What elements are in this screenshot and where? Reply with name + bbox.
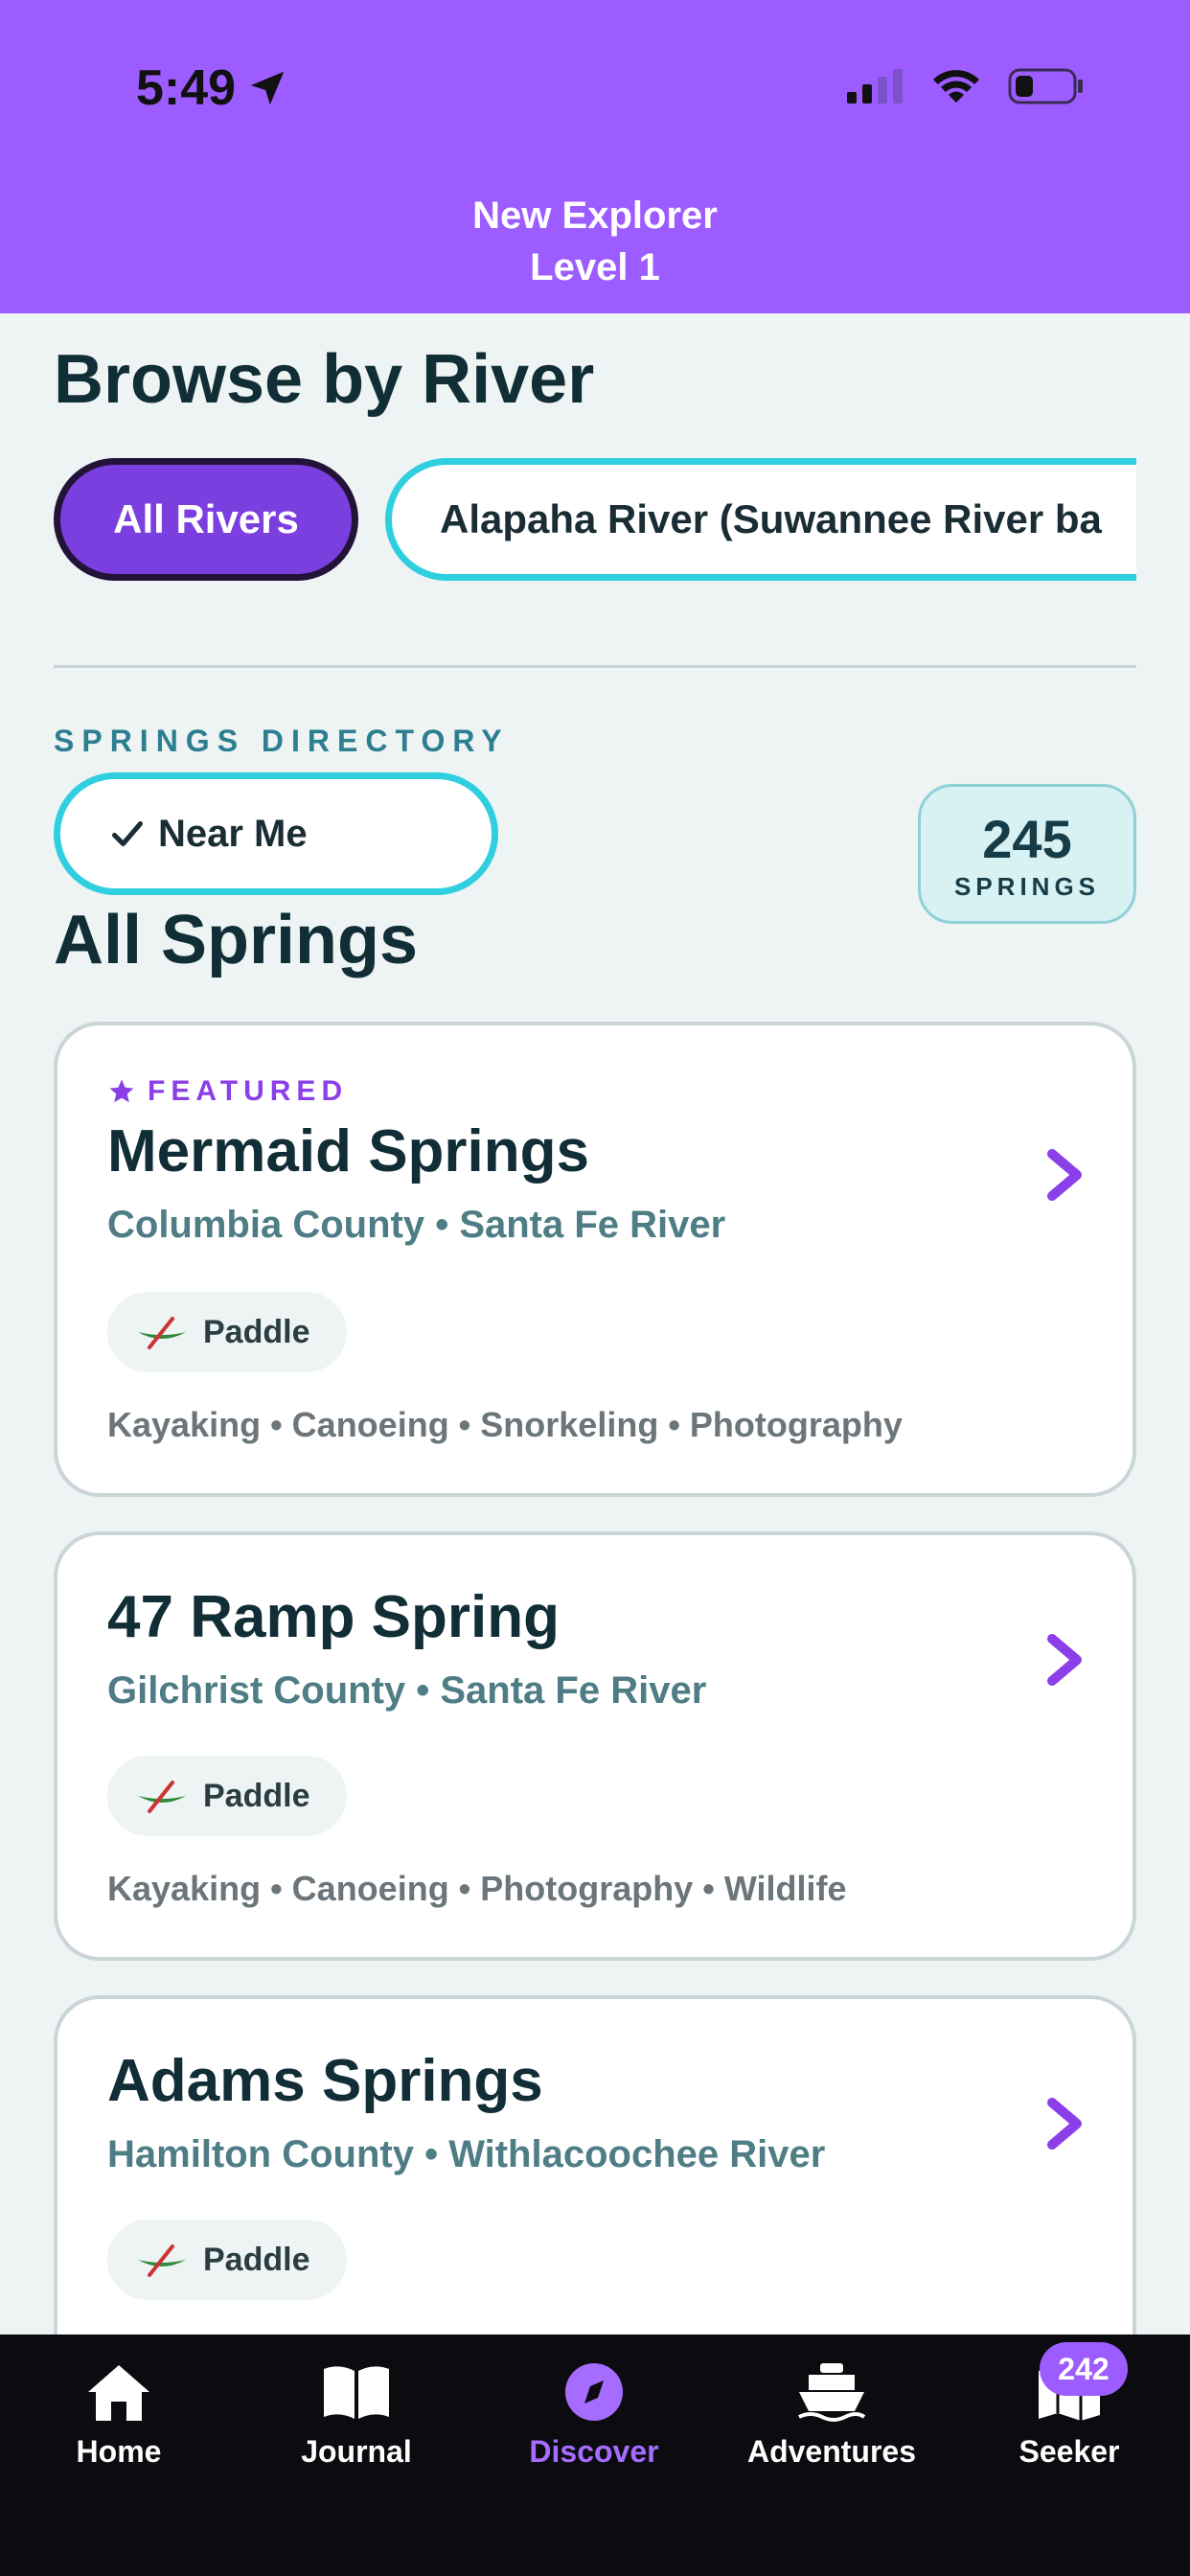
featured-badge: FEATURED <box>107 1075 348 1108</box>
tab-label: Journal <box>301 2434 412 2469</box>
home-icon <box>88 2365 149 2421</box>
spring-card-mermaid[interactable]: FEATURED Mermaid Springs Columbia County… <box>54 1022 1136 1497</box>
spring-location: Gilchrist County • Santa Fe River <box>107 1669 707 1712</box>
battery-icon <box>1008 68 1083 104</box>
compass-icon <box>565 2363 623 2421</box>
tab-label: Seeker <box>1018 2434 1120 2469</box>
featured-label: FEATURED <box>148 1075 349 1107</box>
tab-home[interactable]: Home <box>0 2361 238 2470</box>
book-icon <box>324 2366 389 2419</box>
tab-discover[interactable]: Discover <box>475 2361 713 2470</box>
chip-alapaha-river[interactable]: Alapaha River (Suwannee River ba <box>385 458 1136 581</box>
chevron-right-icon[interactable] <box>1044 1633 1087 1687</box>
chip-all-rivers[interactable]: All Rivers <box>54 458 358 581</box>
cellular-signal-icon <box>847 69 903 104</box>
status-icons <box>847 67 1085 105</box>
activity-tag: Paddle <box>107 1756 347 1836</box>
near-me-label: Near Me <box>158 812 308 855</box>
activity-tag: Paddle <box>107 2220 347 2300</box>
all-springs-title: All Springs <box>54 902 419 978</box>
time-text: 5:49 <box>136 60 237 116</box>
bottom-tab-bar: Home Journal Discover Adventures Seeker <box>0 2334 1190 2576</box>
spring-activities: Kayaking • Canoeing • Photography • Wild… <box>107 1869 847 1908</box>
spring-location: Columbia County • Santa Fe River <box>107 1204 726 1246</box>
checkmark-icon <box>111 820 144 847</box>
canoe-icon <box>138 2244 186 2277</box>
seeker-badge: 242 <box>1040 2342 1128 2396</box>
tab-label: Home <box>76 2434 162 2469</box>
star-icon <box>109 1079 134 1103</box>
canoe-icon <box>138 1781 186 1813</box>
spring-card-47-ramp[interactable]: 47 Ramp Spring Gilchrist County • Santa … <box>54 1531 1136 1961</box>
activity-tag-label: Paddle <box>203 1313 310 1350</box>
wifi-icon <box>933 70 979 103</box>
activity-tag: Paddle <box>107 1292 347 1372</box>
tab-journal[interactable]: Journal <box>238 2361 475 2470</box>
chevron-right-icon[interactable] <box>1044 2097 1087 2150</box>
springs-directory-label: SPRINGS DIRECTORY <box>54 724 510 758</box>
activity-tag-label: Paddle <box>203 1777 310 1814</box>
explorer-level-title: New Explorer Level 1 <box>0 190 1190 293</box>
spring-location: Hamilton County • Withlacoochee River <box>107 2133 826 2175</box>
springs-count-label: SPRINGS <box>953 872 1101 901</box>
canoe-icon <box>138 1317 186 1349</box>
springs-count: 245 <box>982 809 1072 869</box>
chevron-right-icon[interactable] <box>1044 1148 1087 1202</box>
spring-name: 47 Ramp Spring <box>107 1584 560 1650</box>
spring-activities: Kayaking • Canoeing • Snorkeling • Photo… <box>107 1405 903 1444</box>
river-filter-row[interactable]: All Rivers Alapaha River (Suwannee River… <box>54 458 1136 583</box>
spring-name: Mermaid Springs <box>107 1118 589 1184</box>
tab-adventures[interactable]: Adventures <box>713 2361 950 2470</box>
tab-label: Discover <box>529 2434 659 2469</box>
browse-title: Browse by River <box>54 341 595 418</box>
springs-count-badge: 245 SPRINGS <box>918 784 1136 924</box>
status-bar-time: 5:49 <box>136 59 289 117</box>
app-header: 5:49 New Explorer Level 1 <box>0 0 1190 313</box>
divider <box>54 665 1136 668</box>
explorer-rank: New Explorer <box>472 195 718 237</box>
tab-label: Adventures <box>746 2434 917 2469</box>
activity-tag-label: Paddle <box>203 2241 310 2278</box>
near-me-button[interactable]: Near Me <box>54 772 498 895</box>
explorer-level: Level 1 <box>530 246 660 288</box>
boat-icon <box>798 2363 866 2422</box>
spring-name: Adams Springs <box>107 2048 543 2114</box>
location-arrow-icon <box>250 71 285 105</box>
